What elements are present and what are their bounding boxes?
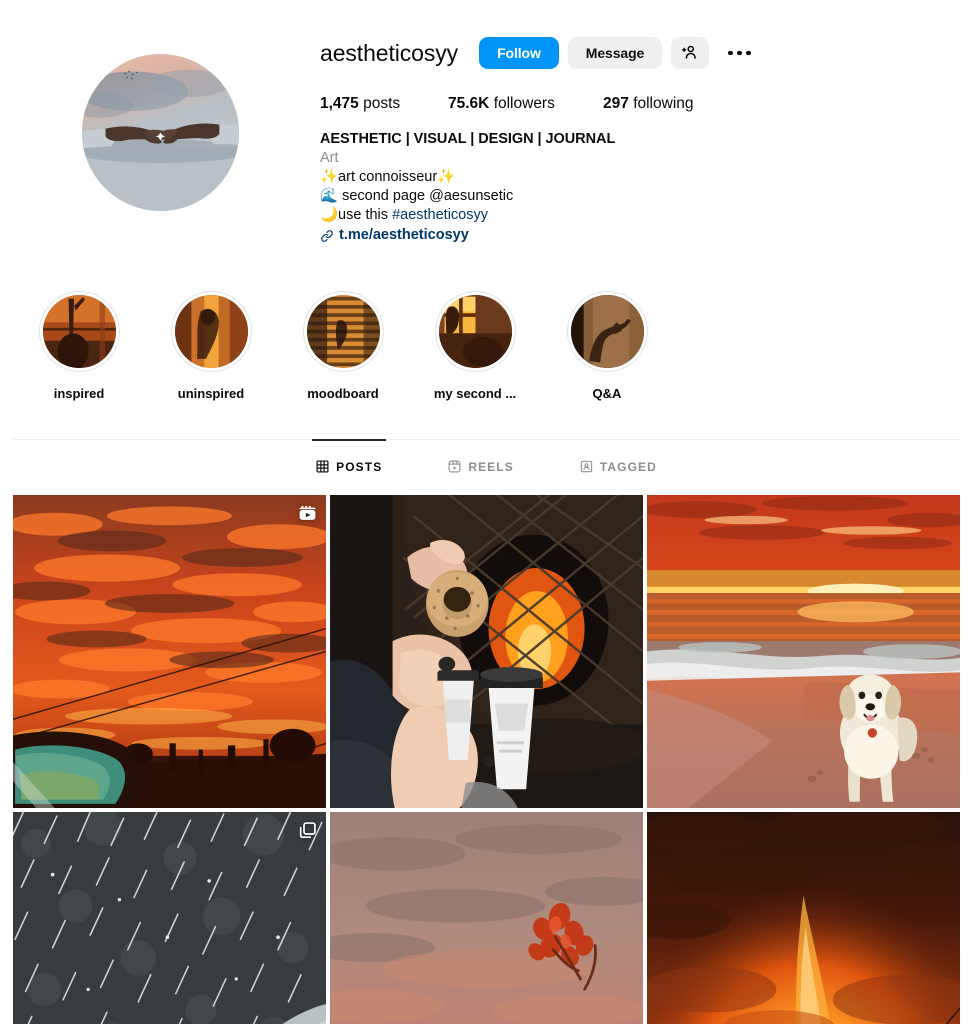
reels-icon (448, 460, 461, 473)
followers-label: followers (493, 95, 555, 112)
highlight-ring (170, 291, 252, 372)
follow-button[interactable]: Follow (479, 37, 559, 69)
story-highlights: inspired uninspired moodboard my second … (0, 291, 973, 401)
highlight-cover-uninspired (174, 295, 248, 368)
link-icon (320, 229, 334, 243)
message-button[interactable]: Message (567, 37, 663, 69)
bio-line-1: ✨art connoisseur✨ (320, 169, 456, 185)
highlight-cover-moodboard (306, 295, 380, 368)
add-person-button[interactable] (671, 37, 710, 69)
post-cell[interactable] (330, 812, 643, 1024)
post-image-firepit-donut-coffee (330, 495, 643, 808)
tab-tagged[interactable]: TAGGED (576, 440, 661, 493)
highlight-label: uninspired (177, 386, 245, 401)
highlight-inspired[interactable]: inspired (13, 291, 145, 401)
avatar[interactable] (81, 54, 239, 211)
stats-row: 1,475 posts 75.6K followers 297 followin… (320, 95, 953, 113)
avatar-image (81, 54, 239, 211)
post-cell[interactable] (13, 812, 326, 1024)
content-tabs-wrapper: POSTS REELS TAGGED (13, 439, 960, 493)
bio-line-2: 🌊 second page @aesunsetic (320, 188, 514, 204)
highlight-ring (566, 291, 648, 372)
highlight-ring (38, 291, 120, 372)
stat-followers[interactable]: 75.6K followers (448, 95, 603, 113)
add-person-icon (681, 43, 699, 64)
post-cell[interactable] (647, 812, 960, 1024)
highlight-uninspired[interactable]: uninspired (145, 291, 277, 401)
highlight-label: moodboard (307, 386, 379, 401)
highlight-ring (434, 291, 516, 372)
tab-tagged-label: TAGGED (599, 459, 657, 474)
stat-following[interactable]: 297 following (603, 95, 694, 113)
identity-row: aestheticosyy Follow Message (320, 33, 953, 73)
username: aestheticosyy (320, 39, 459, 66)
bio-category: Art (320, 150, 339, 166)
post-cell[interactable] (330, 495, 643, 808)
tab-reels-label: REELS (468, 459, 514, 474)
highlight-cover-my-second (438, 295, 512, 368)
more-options-icon (728, 50, 751, 56)
posts-count: 1,475 (320, 95, 359, 112)
grid-icon (316, 460, 329, 473)
tab-posts[interactable]: POSTS (312, 439, 387, 493)
stat-posts: 1,475 posts (320, 95, 448, 113)
post-image-sunset-car-mirror (13, 495, 326, 808)
content-tabs: POSTS REELS TAGGED (13, 439, 960, 493)
reels-icon (298, 504, 317, 528)
tagged-icon (580, 460, 593, 473)
highlight-label: Q&A (592, 386, 622, 401)
highlight-label: my second ... (433, 386, 517, 401)
profile-info: aestheticosyy Follow Message 1,475 posts… (320, 27, 973, 245)
highlight-moodboard[interactable]: moodboard (277, 291, 409, 401)
avatar-column (0, 27, 320, 245)
highlight-cover-inspired (42, 295, 116, 368)
followers-count: 75.6K (448, 95, 490, 112)
bio-hashtag[interactable]: #aestheticosyy (392, 207, 488, 223)
tab-posts-label: POSTS (336, 459, 383, 474)
highlight-cover-qa (570, 295, 644, 368)
post-grid (0, 495, 973, 1024)
post-cell[interactable] (13, 495, 326, 808)
post-cell[interactable] (647, 495, 960, 808)
following-label: following (633, 95, 694, 112)
bio: AESTHETIC | VISUAL | DESIGN | JOURNAL Ar… (320, 130, 953, 245)
bio-line-3-text: 🌙use this (320, 207, 393, 223)
instagram-profile-page: aestheticosyy Follow Message 1,475 posts… (0, 0, 973, 1024)
bio-link-row[interactable]: t.me/aestheticosyy (320, 226, 953, 245)
tab-reels[interactable]: REELS (444, 440, 518, 493)
profile-header: aestheticosyy Follow Message 1,475 posts… (0, 0, 973, 245)
following-count: 297 (603, 95, 629, 112)
bio-external-link[interactable]: t.me/aestheticosyy (339, 226, 469, 245)
carousel-icon (298, 821, 317, 845)
post-image-pink-sky-red-leaves (330, 812, 643, 1024)
post-image-rain-flower-dark (13, 812, 326, 1024)
bio-title: AESTHETIC | VISUAL | DESIGN | JOURNAL (320, 131, 616, 147)
posts-label: posts (363, 95, 401, 112)
post-image-beach-dog-sunset (647, 495, 960, 808)
highlight-label: inspired (53, 386, 105, 401)
highlight-ring (302, 291, 384, 372)
highlight-my-second[interactable]: my second ... (409, 291, 541, 401)
bio-line-3: 🌙use this #aestheticosyy (320, 206, 953, 225)
post-image-orange-storm-sky (647, 812, 960, 1024)
highlight-qa[interactable]: Q&A (541, 291, 673, 401)
more-options-button[interactable] (722, 37, 756, 69)
